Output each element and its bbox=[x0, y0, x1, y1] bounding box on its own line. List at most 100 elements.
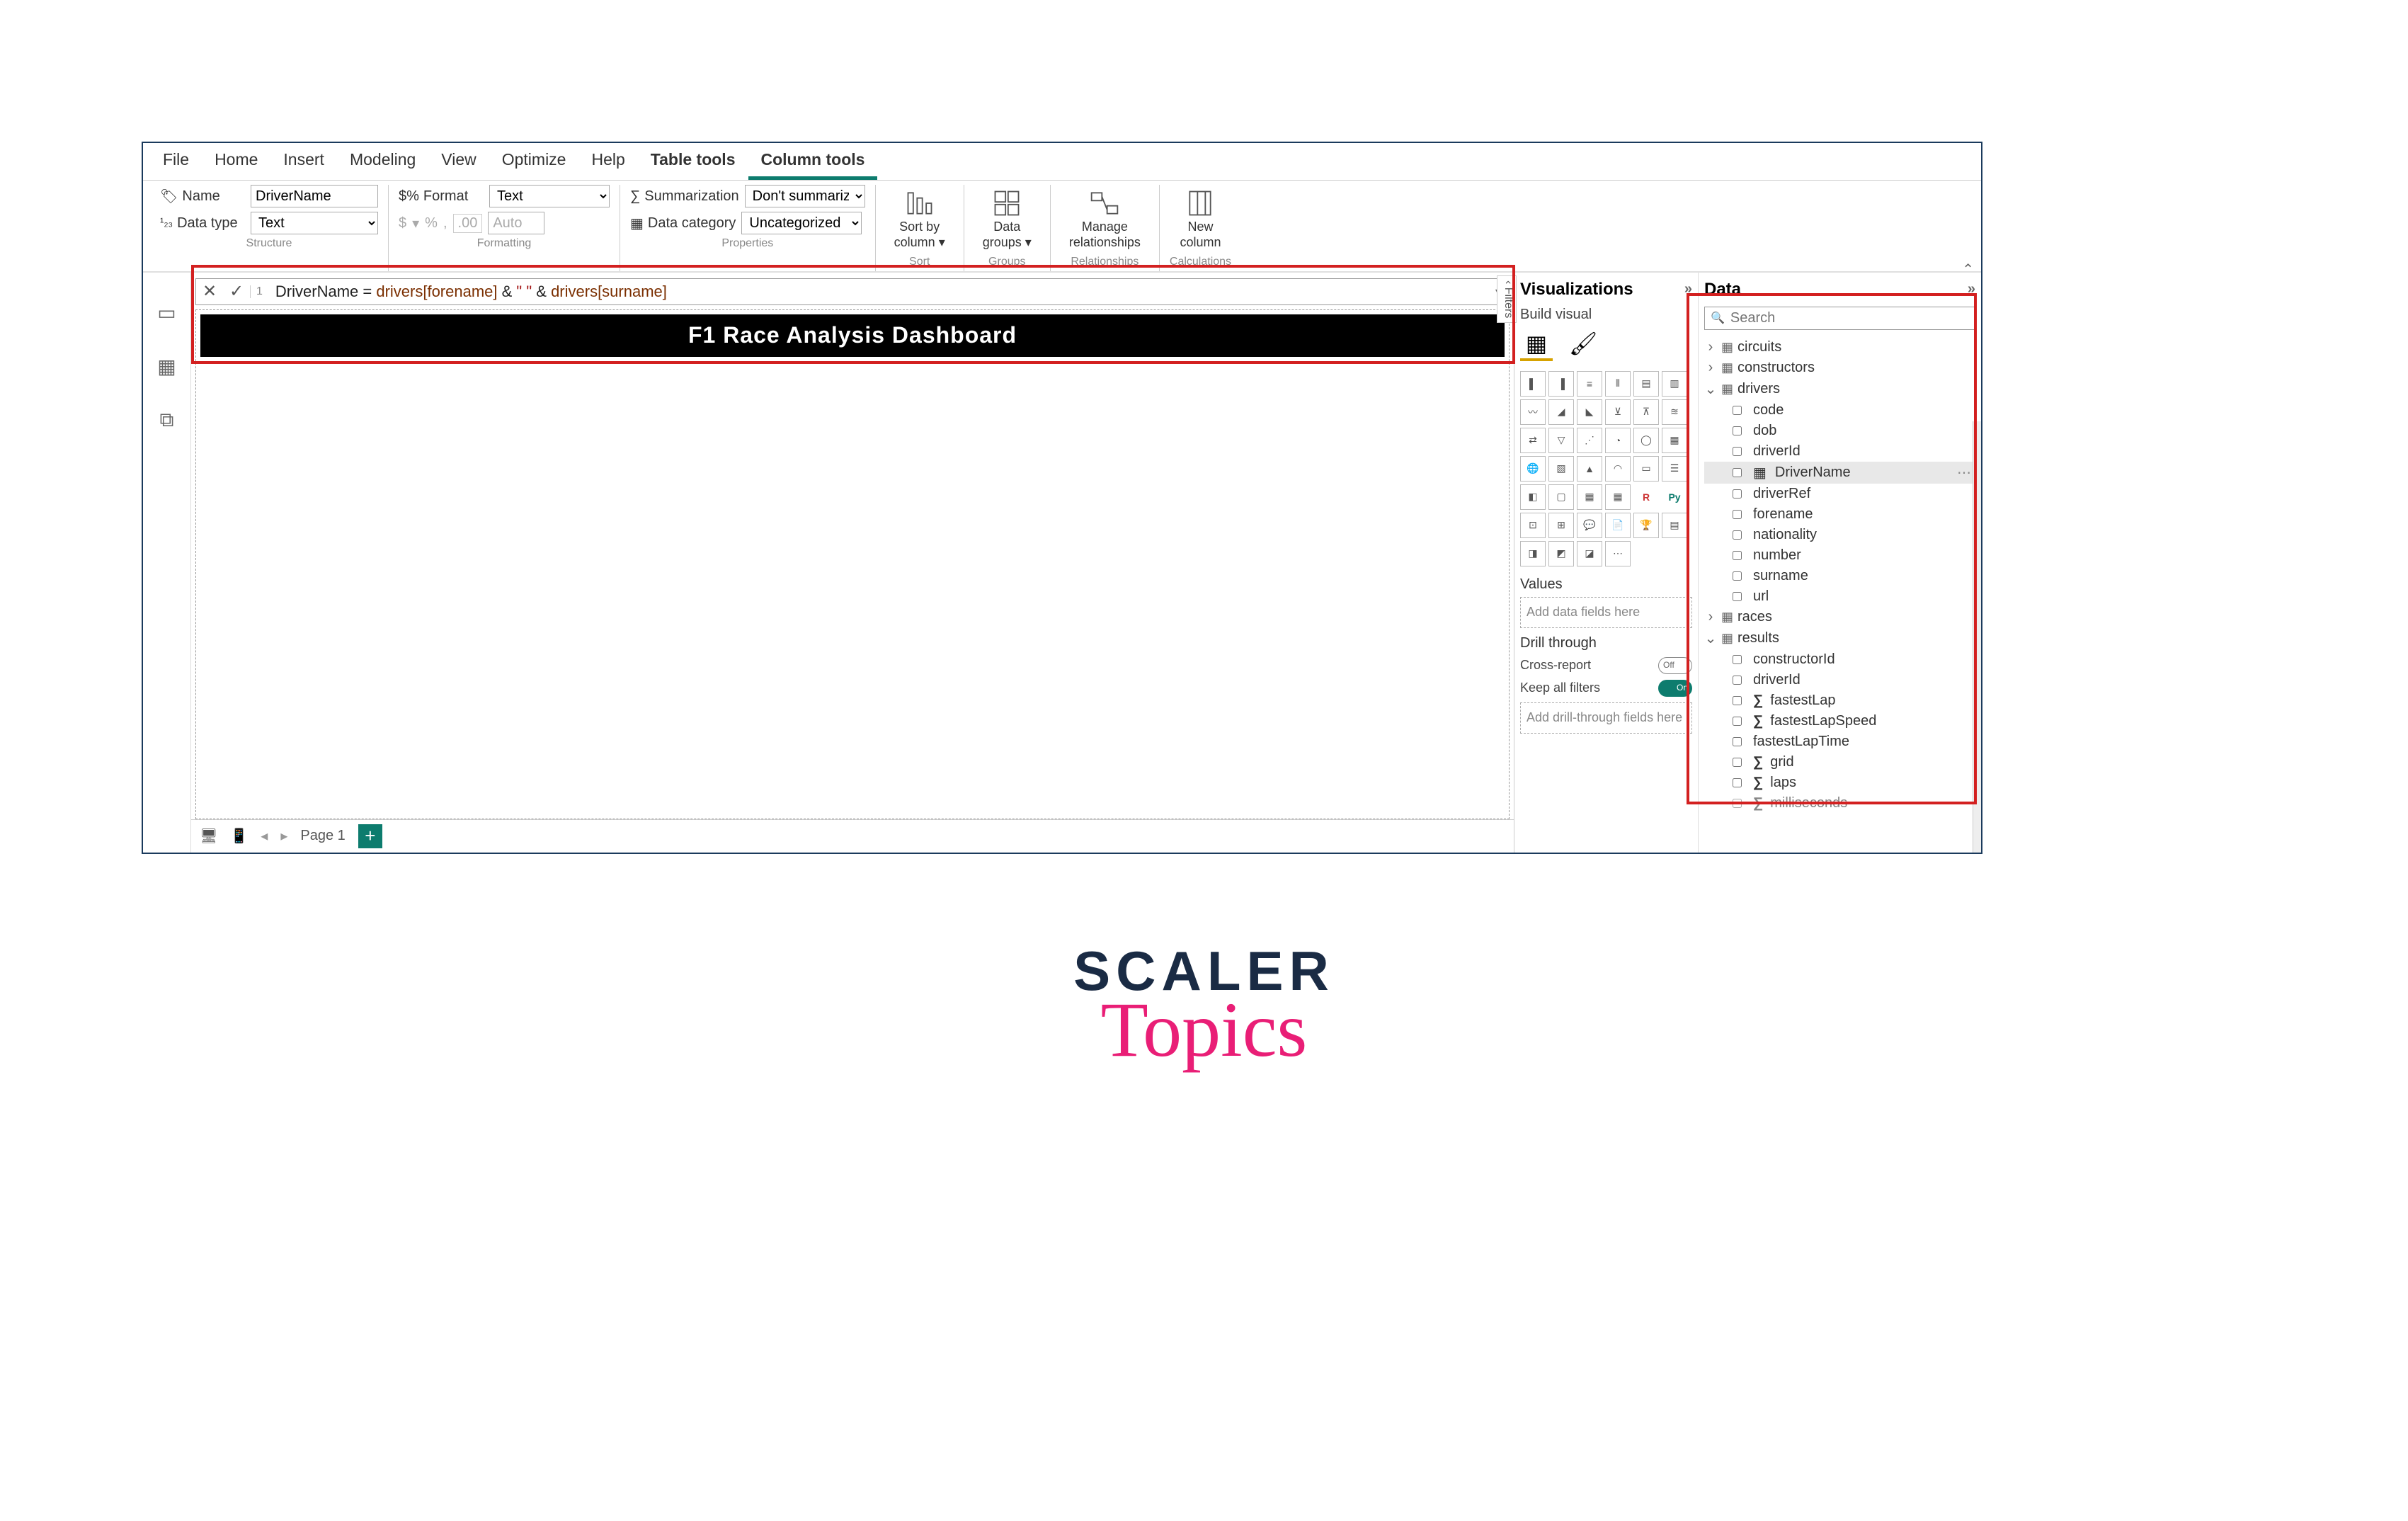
viz-python[interactable]: Py bbox=[1662, 484, 1687, 510]
viz-multi-card[interactable]: ☰ bbox=[1662, 456, 1687, 482]
data-search[interactable]: 🔍 bbox=[1704, 307, 1975, 330]
field-r-driverid[interactable]: driverId bbox=[1704, 670, 1975, 690]
field-nationality[interactable]: nationality bbox=[1704, 525, 1975, 545]
field-code[interactable]: code bbox=[1704, 400, 1975, 421]
summarization-select[interactable]: Don't summarize bbox=[745, 185, 865, 207]
keep-filters-toggle[interactable] bbox=[1658, 680, 1692, 697]
percent-button[interactable]: % bbox=[425, 215, 438, 232]
viz-treemap[interactable]: ▦ bbox=[1662, 428, 1687, 453]
report-canvas[interactable]: F1 Race Analysis Dashboard bbox=[195, 309, 1510, 819]
viz-scatter[interactable]: ⋰ bbox=[1577, 428, 1602, 453]
menu-help[interactable]: Help bbox=[578, 143, 637, 180]
menu-insert[interactable]: Insert bbox=[270, 143, 337, 180]
formula-input[interactable]: DriverName = drivers[forename] & " " & d… bbox=[268, 283, 1488, 301]
field-number[interactable]: number bbox=[1704, 545, 1975, 566]
menu-file[interactable]: File bbox=[150, 143, 202, 180]
field-checkbox[interactable] bbox=[1733, 406, 1742, 415]
field-surname[interactable]: surname bbox=[1704, 566, 1975, 586]
viz-stacked-bar[interactable]: ▌ bbox=[1520, 371, 1546, 397]
viz-clustered-column[interactable]: ⫴ bbox=[1605, 371, 1631, 397]
viz-clustered-bar[interactable]: ≡ bbox=[1577, 371, 1602, 397]
viz-narrative[interactable]: 📄 bbox=[1605, 513, 1631, 538]
viz-card[interactable]: ▭ bbox=[1633, 456, 1659, 482]
data-scrollbar[interactable] bbox=[1973, 421, 1981, 853]
viz-funnel[interactable]: ▽ bbox=[1548, 428, 1574, 453]
viz-powerapps[interactable]: ◩ bbox=[1548, 541, 1574, 566]
viz-azure-map[interactable]: ▲ bbox=[1577, 456, 1602, 482]
field-checkbox[interactable] bbox=[1733, 571, 1742, 581]
name-input[interactable] bbox=[251, 185, 378, 207]
table-results[interactable]: ⌄▦results bbox=[1704, 627, 1975, 649]
viz-stacked-column[interactable]: ▐ bbox=[1548, 371, 1574, 397]
viz-automate[interactable]: ◪ bbox=[1577, 541, 1602, 566]
new-column-button[interactable]: Newcolumn bbox=[1170, 185, 1231, 253]
viz-paginated[interactable]: ▤ bbox=[1662, 513, 1687, 538]
viz-decomposition[interactable]: ⊞ bbox=[1548, 513, 1574, 538]
page-tab[interactable]: Page 1 bbox=[300, 828, 345, 844]
field-checkbox[interactable] bbox=[1733, 551, 1742, 560]
field-driverref[interactable]: driverRef bbox=[1704, 484, 1975, 504]
menu-table-tools[interactable]: Table tools bbox=[638, 143, 748, 180]
viz-line-clustered[interactable]: ⊼ bbox=[1633, 399, 1659, 425]
data-category-select[interactable]: Uncategorized bbox=[741, 212, 862, 234]
viz-100-column[interactable]: ▥ bbox=[1662, 371, 1687, 397]
table-races[interactable]: ›▦races bbox=[1704, 607, 1975, 627]
field-checkbox[interactable] bbox=[1733, 592, 1742, 601]
viz-ribbon[interactable]: ≋ bbox=[1662, 399, 1687, 425]
viz-matrix[interactable]: ▦ bbox=[1605, 484, 1631, 510]
menu-optimize[interactable]: Optimize bbox=[489, 143, 579, 180]
field-checkbox[interactable] bbox=[1733, 530, 1742, 540]
viz-arcgis[interactable]: ◨ bbox=[1520, 541, 1546, 566]
desktop-layout-icon[interactable]: 🖥 bbox=[200, 827, 217, 845]
viz-more[interactable]: ⋯ bbox=[1605, 541, 1631, 566]
collapse-data-button[interactable]: » bbox=[1968, 281, 1975, 297]
field-checkbox[interactable] bbox=[1733, 799, 1742, 808]
viz-line-column[interactable]: ⊻ bbox=[1605, 399, 1631, 425]
mobile-layout-icon[interactable]: 📱 bbox=[230, 827, 248, 845]
table-drivers[interactable]: ⌄▦drivers bbox=[1704, 378, 1975, 400]
field-fastestlaptime[interactable]: fastestLapTime bbox=[1704, 731, 1975, 752]
datatype-select[interactable]: Text bbox=[251, 212, 378, 234]
viz-goals[interactable]: 🏆 bbox=[1633, 513, 1659, 538]
viz-kpi[interactable]: ◧ bbox=[1520, 484, 1546, 510]
table-constructors[interactable]: ›▦constructors bbox=[1704, 358, 1975, 378]
field-grid[interactable]: ∑grid bbox=[1704, 752, 1975, 773]
field-checkbox[interactable] bbox=[1733, 737, 1742, 746]
next-page-button[interactable]: ▸ bbox=[280, 827, 287, 845]
build-visual-tab[interactable]: ▦ bbox=[1520, 329, 1553, 361]
field-checkbox[interactable] bbox=[1733, 655, 1742, 664]
filters-pane-toggle[interactable]: ‹ Filters bbox=[1497, 275, 1517, 323]
viz-stacked-area[interactable]: ◣ bbox=[1577, 399, 1602, 425]
model-view-icon[interactable]: ⧉ bbox=[154, 409, 180, 434]
field-checkbox[interactable] bbox=[1733, 696, 1742, 705]
formula-commit-button[interactable]: ✓ bbox=[223, 281, 250, 302]
field-checkbox[interactable] bbox=[1733, 676, 1742, 685]
field-laps[interactable]: ∑laps bbox=[1704, 773, 1975, 793]
field-milliseconds[interactable]: ∑milliseconds bbox=[1704, 793, 1975, 814]
viz-r-script[interactable]: R bbox=[1633, 484, 1659, 510]
viz-table[interactable]: ▦ bbox=[1577, 484, 1602, 510]
menu-view[interactable]: View bbox=[428, 143, 489, 180]
field-checkbox[interactable] bbox=[1733, 778, 1742, 787]
viz-donut[interactable]: ◯ bbox=[1633, 428, 1659, 453]
viz-filled-map[interactable]: ▧ bbox=[1548, 456, 1574, 482]
viz-line[interactable]: 〰 bbox=[1520, 399, 1546, 425]
menu-modeling[interactable]: Modeling bbox=[337, 143, 428, 180]
data-view-icon[interactable]: ▦ bbox=[154, 355, 180, 380]
field-fastestlap[interactable]: ∑fastestLap bbox=[1704, 690, 1975, 711]
menu-column-tools[interactable]: Column tools bbox=[748, 143, 878, 180]
report-view-icon[interactable]: ▭ bbox=[154, 301, 180, 326]
viz-pie[interactable]: ◔ bbox=[1605, 428, 1631, 453]
field-drivername[interactable]: ▦DriverName⋯ bbox=[1704, 462, 1975, 484]
currency-button[interactable]: $ bbox=[399, 215, 406, 232]
viz-qa[interactable]: 💬 bbox=[1577, 513, 1602, 538]
collapse-viz-button[interactable]: » bbox=[1684, 281, 1692, 297]
values-dropzone[interactable]: Add data fields here bbox=[1520, 597, 1692, 628]
format-visual-tab[interactable]: 🖌 bbox=[1567, 329, 1599, 361]
formula-cancel-button[interactable]: ✕ bbox=[196, 281, 223, 302]
viz-slicer[interactable]: ▢ bbox=[1548, 484, 1574, 510]
viz-waterfall[interactable]: ⇄ bbox=[1520, 428, 1546, 453]
prev-page-button[interactable]: ◂ bbox=[261, 827, 268, 845]
field-dob[interactable]: dob bbox=[1704, 421, 1975, 441]
viz-area[interactable]: ◢ bbox=[1548, 399, 1574, 425]
